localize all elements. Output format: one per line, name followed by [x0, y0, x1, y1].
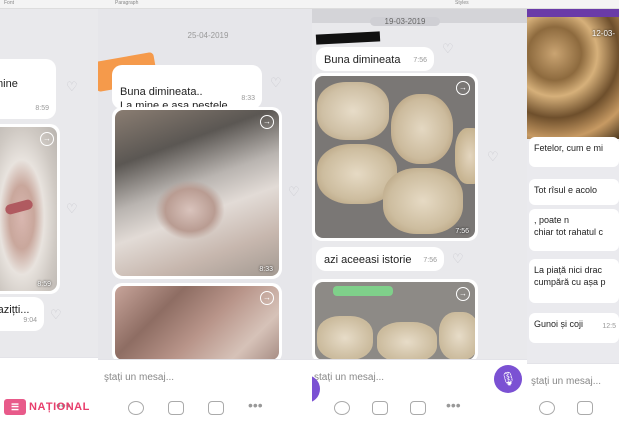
- gallery-icon[interactable]: [208, 401, 224, 415]
- redaction-mark: [315, 31, 381, 45]
- ribbon-font-label: Font: [4, 0, 15, 6]
- top-strip: [527, 9, 619, 17]
- chat-panel-4: 12-03- Fetelor, cum e mi Tot rîsul e aco…: [527, 9, 619, 421]
- fish-photo: [115, 110, 279, 276]
- photo-time: 8:59: [37, 281, 51, 288]
- input-tools: •••: [98, 397, 312, 415]
- message-text: Tot rîsul e acolo: [534, 185, 598, 195]
- message-time: 8:59: [35, 105, 49, 112]
- message-bubble[interactable]: La piață nici drac cumpără cu așa p: [529, 259, 619, 303]
- microphone-button[interactable]: 🎙: [494, 365, 522, 393]
- message-input[interactable]: ştați un mesaj...: [314, 372, 384, 383]
- ribbon-styles-label: Styles: [455, 0, 469, 6]
- ribbon-paragraph-label: Paragraph: [115, 0, 139, 6]
- camera-icon[interactable]: [168, 401, 184, 415]
- sticker-icon[interactable]: [128, 401, 144, 415]
- like-heart-icon[interactable]: ♡: [452, 251, 464, 267]
- forward-icon[interactable]: →: [40, 132, 54, 146]
- forward-icon[interactable]: →: [456, 81, 470, 95]
- bread-slice: [317, 316, 373, 360]
- forward-icon[interactable]: →: [260, 291, 274, 305]
- message-bubble[interactable]: Buna dimineata.. La mine e asa pestele 8…: [112, 65, 262, 112]
- photo-message[interactable]: → 8:33: [112, 107, 282, 279]
- ribbon-bar: Font Paragraph Styles: [0, 0, 619, 9]
- like-heart-icon[interactable]: ♡: [288, 184, 300, 200]
- photo-message[interactable]: 12-03-: [527, 17, 619, 139]
- date-header: 12-03-: [591, 29, 615, 38]
- like-heart-icon[interactable]: ♡: [66, 79, 78, 95]
- message-bubble[interactable]: mine 8:59: [0, 59, 56, 119]
- photo-detail: [155, 180, 225, 240]
- message-bubble[interactable]: azi aceeasi istorie 7:56: [316, 247, 444, 271]
- input-tools: [527, 399, 619, 415]
- bread-slice: [455, 128, 475, 184]
- camera-icon[interactable]: [372, 401, 388, 415]
- input-bar: ştați un mesaj...: [527, 363, 619, 421]
- bread-photo: [315, 282, 475, 360]
- chat-panel-3: 19-03-2019 Buna dimineata 7:56 ♡ → 7:56 …: [312, 9, 527, 421]
- forward-icon[interactable]: →: [456, 287, 470, 301]
- message-text: mine: [0, 78, 18, 90]
- bread-slice: [391, 94, 453, 164]
- message-time: 7:56: [413, 57, 427, 64]
- message-time: 8:33: [241, 95, 255, 102]
- photo-detail: [333, 286, 393, 296]
- message-text: , poate n chiar tot rahatul c: [534, 215, 604, 237]
- logo-text: NAȚIONAL: [29, 401, 90, 413]
- input-bar: ştați un mesaj... •••: [98, 359, 312, 421]
- date-header: 19-03-2019: [370, 17, 440, 26]
- forward-icon[interactable]: →: [260, 115, 274, 129]
- message-text: Fetelor, cum e mi: [534, 143, 604, 153]
- like-heart-icon[interactable]: ♡: [270, 75, 282, 91]
- photo-message[interactable]: → 8:59: [0, 124, 60, 294]
- more-icon[interactable]: •••: [446, 397, 461, 413]
- message-text: Buna dimineata: [324, 54, 401, 66]
- gallery-icon[interactable]: [410, 401, 426, 415]
- bread-slice: [383, 168, 463, 234]
- more-icon[interactable]: •••: [248, 397, 263, 413]
- input-tools: •••: [312, 397, 527, 415]
- bread-slice: [317, 82, 389, 140]
- input-bar: ştați un mesaj... •••: [312, 359, 527, 421]
- message-bubble[interactable]: razițti... 9:04: [0, 297, 44, 331]
- message-bubble[interactable]: Fetelor, cum e mi: [529, 137, 619, 167]
- publisher-logo: ☰ NAȚIONAL: [4, 399, 90, 415]
- message-text: La piață nici drac cumpără cu așa p: [534, 265, 606, 287]
- bread-photo: [315, 76, 475, 238]
- sticker-icon[interactable]: [334, 401, 350, 415]
- message-input[interactable]: ştați un mesaj...: [104, 372, 174, 383]
- bread-slice: [439, 312, 475, 360]
- message-input[interactable]: ştați un mesaj...: [531, 376, 601, 387]
- chat-panel-1: mine 8:59 ♡ → 8:59 ♡ razițti... 9:04 ♡ •…: [0, 9, 98, 421]
- camera-icon[interactable]: [577, 401, 593, 415]
- message-time: 7:56: [423, 257, 437, 264]
- chat-panel-2: 25-04-2019 Buna dimineata.. La mine e as…: [98, 9, 312, 421]
- like-heart-icon[interactable]: ♡: [66, 201, 78, 217]
- message-time: 12:5: [602, 323, 616, 330]
- date-header: 25-04-2019: [187, 31, 229, 40]
- message-time: 9:04: [23, 317, 37, 324]
- sticker-icon[interactable]: [539, 401, 555, 415]
- message-bubble[interactable]: Tot rîsul e acolo: [529, 179, 619, 205]
- photo-message[interactable]: →: [312, 279, 478, 363]
- like-heart-icon[interactable]: ♡: [487, 149, 499, 165]
- logo-mark: ☰: [4, 399, 26, 415]
- photo-time: 7:56: [455, 228, 469, 235]
- like-heart-icon[interactable]: ♡: [50, 307, 62, 323]
- message-text: Gunoi și coji: [534, 319, 584, 329]
- fish-photo: [115, 286, 279, 360]
- fish-photo: [0, 127, 57, 291]
- message-text: azi aceeasi istorie: [324, 254, 412, 266]
- photo-message[interactable]: →: [112, 283, 282, 363]
- like-heart-icon[interactable]: ♡: [442, 41, 454, 57]
- photo-time: 8:33: [259, 266, 273, 273]
- photo-message[interactable]: → 7:56: [312, 73, 478, 241]
- message-bubble[interactable]: Gunoi și coji 12:5: [529, 313, 619, 343]
- photo-detail: [4, 198, 34, 216]
- bread-slice: [377, 322, 437, 360]
- message-bubble[interactable]: , poate n chiar tot rahatul c: [529, 209, 619, 251]
- message-bubble[interactable]: Buna dimineata 7:56: [316, 47, 434, 71]
